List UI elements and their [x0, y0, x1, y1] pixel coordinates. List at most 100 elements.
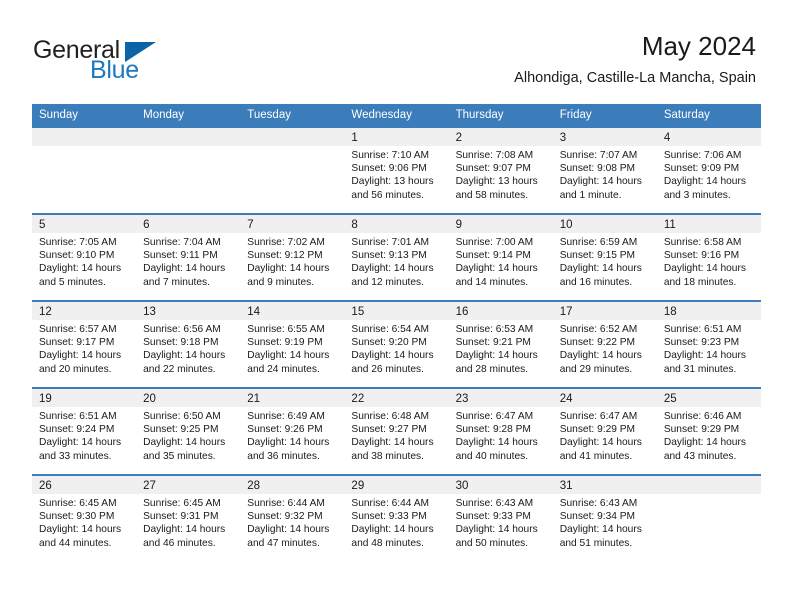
- calendar-day-cell[interactable]: 7 Sunrise: 7:02 AM Sunset: 9:12 PM Dayli…: [240, 215, 345, 300]
- daylight-text-line1: Daylight: 14 hours: [559, 176, 642, 188]
- daylight-text-line2: and 38 minutes.: [351, 450, 424, 462]
- calendar-day-cell[interactable]: 24 Sunrise: 6:47 AM Sunset: 9:29 PM Dayl…: [552, 389, 657, 474]
- calendar-day-cell[interactable]: 10 Sunrise: 6:59 AM Sunset: 9:15 PM Dayl…: [552, 215, 657, 300]
- calendar-day-cell[interactable]: 30 Sunrise: 6:43 AM Sunset: 9:33 PM Dayl…: [448, 476, 553, 561]
- day-number-band: 9: [448, 215, 553, 233]
- day-number-band: [32, 128, 137, 146]
- day-number-band: 16: [448, 302, 553, 320]
- day-number: 31: [559, 480, 573, 492]
- calendar-day-cell[interactable]: [32, 128, 137, 213]
- daylight-text-line2: and 33 minutes.: [39, 450, 112, 462]
- calendar-day-cell[interactable]: 1 Sunrise: 7:10 AM Sunset: 9:06 PM Dayli…: [344, 128, 449, 213]
- daylight-text-line2: and 1 minute.: [559, 189, 622, 201]
- calendar-day-cell[interactable]: 2 Sunrise: 7:08 AM Sunset: 9:07 PM Dayli…: [448, 128, 553, 213]
- calendar-day-cell[interactable]: 4 Sunrise: 7:06 AM Sunset: 9:09 PM Dayli…: [656, 128, 761, 213]
- day-number: 5: [39, 219, 46, 231]
- day-number-band: 26: [32, 476, 137, 494]
- calendar-page: General Blue May 2024 Alhondiga, Castill…: [0, 0, 792, 612]
- calendar-day-cell[interactable]: 19 Sunrise: 6:51 AM Sunset: 9:24 PM Dayl…: [32, 389, 137, 474]
- calendar-day-cell[interactable]: [136, 128, 241, 213]
- day-number-band: 8: [344, 215, 449, 233]
- weekday-header-sunday: Sunday: [39, 109, 79, 121]
- daylight-text-line2: and 50 minutes.: [455, 537, 529, 549]
- sunrise-text: Sunrise: 6:53 AM: [455, 324, 534, 335]
- sunset-text: Sunset: 9:30 PM: [39, 511, 115, 523]
- calendar-day-cell[interactable]: 23 Sunrise: 6:47 AM Sunset: 9:28 PM Dayl…: [448, 389, 553, 474]
- page-title: May 2024: [641, 31, 756, 61]
- weekday-header-friday: Friday: [559, 109, 592, 121]
- day-details: Sunrise: 7:08 AM Sunset: 9:07 PM Dayligh…: [449, 146, 553, 202]
- sunset-text: Sunset: 9:32 PM: [247, 511, 323, 523]
- calendar-day-cell[interactable]: 26 Sunrise: 6:45 AM Sunset: 9:30 PM Dayl…: [32, 476, 137, 561]
- calendar-day-cell[interactable]: 28 Sunrise: 6:44 AM Sunset: 9:32 PM Dayl…: [240, 476, 345, 561]
- calendar-day-cell[interactable]: 8 Sunrise: 7:01 AM Sunset: 9:13 PM Dayli…: [344, 215, 449, 300]
- sunrise-text: Sunrise: 7:00 AM: [455, 237, 534, 248]
- sunrise-text: Sunrise: 6:55 AM: [247, 324, 325, 335]
- sunrise-text: Sunrise: 6:57 AM: [39, 324, 117, 335]
- day-details: Sunrise: 6:58 AM Sunset: 9:16 PM Dayligh…: [657, 233, 761, 289]
- calendar-day-cell[interactable]: 27 Sunrise: 6:45 AM Sunset: 9:31 PM Dayl…: [136, 476, 241, 561]
- sunset-text: Sunset: 9:17 PM: [39, 337, 115, 349]
- calendar-day-cell[interactable]: 3 Sunrise: 7:07 AM Sunset: 9:08 PM Dayli…: [552, 128, 657, 213]
- daylight-text-line2: and 31 minutes.: [663, 363, 737, 375]
- calendar-day-cell[interactable]: 14 Sunrise: 6:55 AM Sunset: 9:19 PM Dayl…: [240, 302, 345, 387]
- day-details: Sunrise: 6:44 AM Sunset: 9:32 PM Dayligh…: [240, 494, 344, 550]
- weekday-header-wednesday: Wednesday: [351, 109, 412, 121]
- day-details: Sunrise: 6:45 AM Sunset: 9:30 PM Dayligh…: [32, 494, 136, 550]
- location-subtitle: Alhondiga, Castille-La Mancha, Spain: [514, 70, 756, 86]
- daylight-text-line1: Daylight: 13 hours: [455, 176, 538, 188]
- calendar-week-row: 12 Sunrise: 6:57 AM Sunset: 9:17 PM Dayl…: [32, 300, 761, 387]
- calendar-day-cell[interactable]: 29 Sunrise: 6:44 AM Sunset: 9:33 PM Dayl…: [344, 476, 449, 561]
- calendar-day-cell[interactable]: 6 Sunrise: 7:04 AM Sunset: 9:11 PM Dayli…: [136, 215, 241, 300]
- calendar-day-cell[interactable]: [656, 476, 761, 561]
- calendar-day-cell[interactable]: 13 Sunrise: 6:56 AM Sunset: 9:18 PM Dayl…: [136, 302, 241, 387]
- calendar-day-cell[interactable]: 25 Sunrise: 6:46 AM Sunset: 9:29 PM Dayl…: [656, 389, 761, 474]
- sunrise-text: Sunrise: 7:05 AM: [39, 237, 117, 248]
- day-number: 9: [455, 219, 462, 231]
- day-number-band: 3: [552, 128, 657, 146]
- daylight-text-line1: Daylight: 14 hours: [351, 263, 434, 275]
- calendar-day-cell[interactable]: 5 Sunrise: 7:05 AM Sunset: 9:10 PM Dayli…: [32, 215, 137, 300]
- day-number-band: 15: [344, 302, 449, 320]
- sunset-text: Sunset: 9:23 PM: [663, 337, 740, 349]
- daylight-text-line1: Daylight: 13 hours: [351, 176, 434, 188]
- calendar-day-cell[interactable]: 12 Sunrise: 6:57 AM Sunset: 9:17 PM Dayl…: [32, 302, 137, 387]
- page-header: General Blue May 2024 Alhondiga, Castill…: [0, 0, 792, 104]
- day-number: 4: [663, 132, 671, 144]
- day-number: 27: [143, 480, 156, 492]
- calendar-day-cell[interactable]: 11 Sunrise: 6:58 AM Sunset: 9:16 PM Dayl…: [656, 215, 761, 300]
- calendar-day-cell[interactable]: 16 Sunrise: 6:53 AM Sunset: 9:21 PM Dayl…: [448, 302, 553, 387]
- day-details: Sunrise: 7:07 AM Sunset: 9:08 PM Dayligh…: [553, 146, 657, 202]
- calendar-week-row: 5 Sunrise: 7:05 AM Sunset: 9:10 PM Dayli…: [32, 213, 761, 300]
- sunset-text: Sunset: 9:07 PM: [455, 163, 531, 175]
- calendar-day-cell[interactable]: 18 Sunrise: 6:51 AM Sunset: 9:23 PM Dayl…: [656, 302, 761, 387]
- day-number: 18: [663, 306, 677, 318]
- calendar-day-cell[interactable]: 9 Sunrise: 7:00 AM Sunset: 9:14 PM Dayli…: [448, 215, 553, 300]
- calendar-day-cell[interactable]: 31 Sunrise: 6:43 AM Sunset: 9:34 PM Dayl…: [552, 476, 657, 561]
- day-number-band: 5: [32, 215, 137, 233]
- daylight-text-line2: and 22 minutes.: [143, 363, 216, 375]
- calendar-day-cell[interactable]: 20 Sunrise: 6:50 AM Sunset: 9:25 PM Dayl…: [136, 389, 241, 474]
- calendar-day-cell[interactable]: 17 Sunrise: 6:52 AM Sunset: 9:22 PM Dayl…: [552, 302, 657, 387]
- calendar-day-cell[interactable]: 21 Sunrise: 6:49 AM Sunset: 9:26 PM Dayl…: [240, 389, 345, 474]
- sunset-text: Sunset: 9:33 PM: [455, 511, 531, 523]
- daylight-text-line1: Daylight: 14 hours: [455, 437, 538, 449]
- daylight-text-line2: and 3 minutes.: [663, 189, 731, 201]
- day-number-band: 2: [448, 128, 553, 146]
- daylight-text-line2: and 7 minutes.: [143, 276, 210, 288]
- sunrise-text: Sunrise: 7:04 AM: [143, 237, 221, 248]
- day-details: [240, 146, 344, 149]
- daylight-text-line1: Daylight: 14 hours: [455, 350, 538, 362]
- day-details: Sunrise: 7:10 AM Sunset: 9:06 PM Dayligh…: [344, 146, 448, 202]
- general-blue-logo[interactable]: General Blue: [33, 36, 233, 86]
- daylight-text-line2: and 14 minutes.: [455, 276, 529, 288]
- calendar-day-cell[interactable]: [240, 128, 345, 213]
- day-number: 13: [143, 306, 156, 318]
- calendar-day-cell[interactable]: 15 Sunrise: 6:54 AM Sunset: 9:20 PM Dayl…: [344, 302, 449, 387]
- sunrise-text: Sunrise: 6:51 AM: [663, 324, 742, 335]
- sunrise-text: Sunrise: 7:08 AM: [455, 150, 534, 161]
- daylight-text-line1: Daylight: 14 hours: [663, 176, 746, 188]
- daylight-text-line1: Daylight: 14 hours: [247, 263, 330, 275]
- sunrise-text: Sunrise: 6:59 AM: [559, 237, 638, 248]
- calendar-day-cell[interactable]: 22 Sunrise: 6:48 AM Sunset: 9:27 PM Dayl…: [344, 389, 449, 474]
